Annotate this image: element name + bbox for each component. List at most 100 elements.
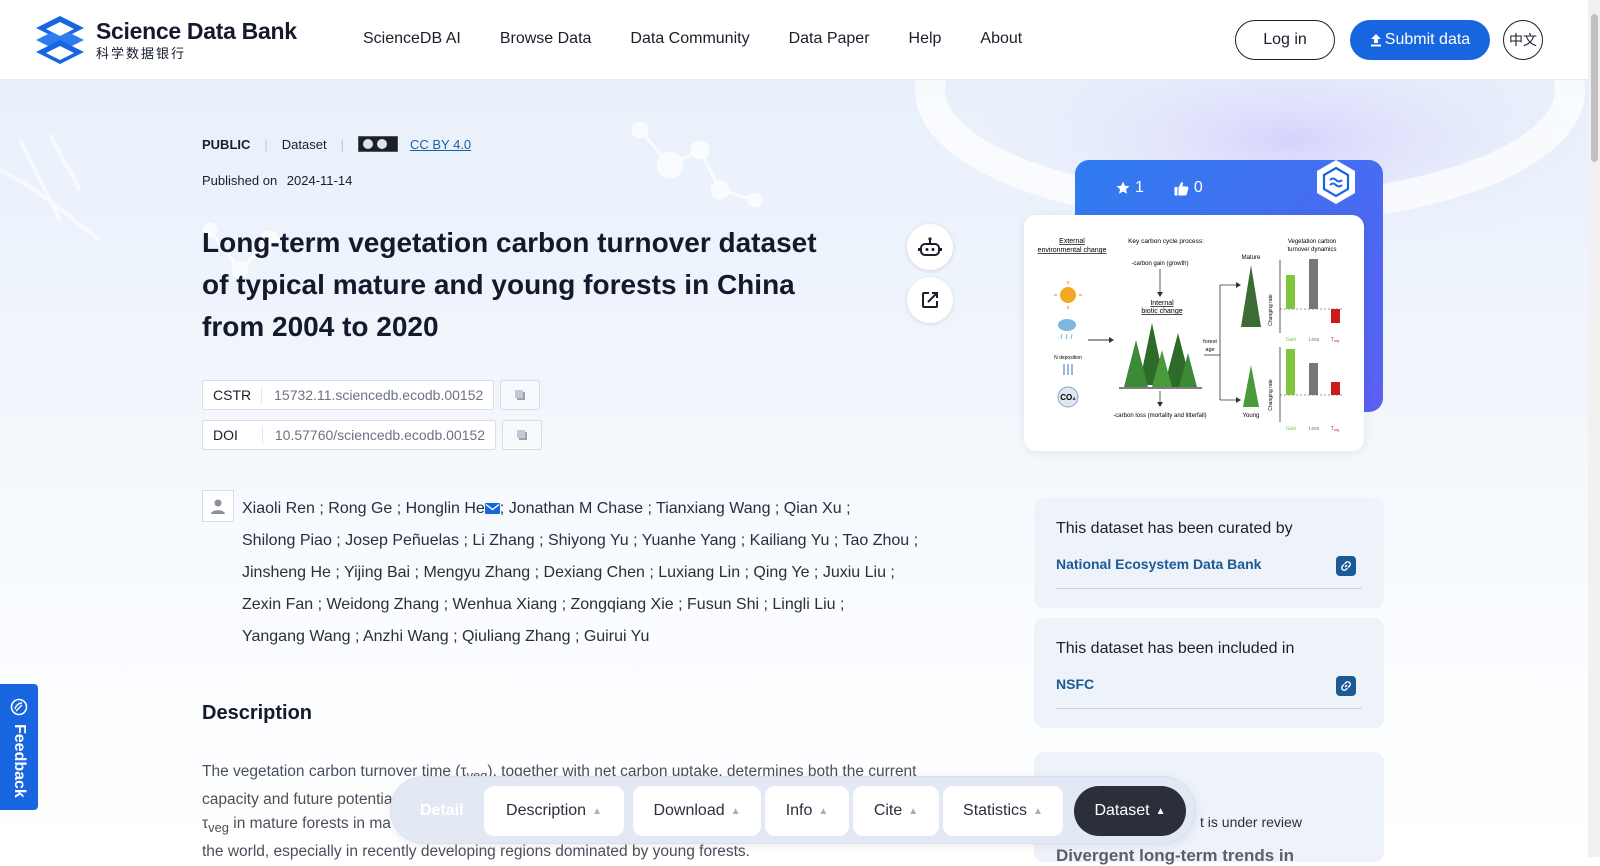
authors-text[interactable]: ; Jonathan M Chase ; Tianxiang Wang ; Qi… bbox=[500, 500, 851, 517]
related-paper-title[interactable]: Divergent long-term trends in bbox=[1056, 846, 1294, 866]
curated-link-button[interactable] bbox=[1336, 556, 1356, 576]
figure-label-external-1: External bbox=[1059, 238, 1085, 245]
doi-label: DOI bbox=[203, 426, 263, 444]
login-button[interactable]: Log in bbox=[1235, 20, 1335, 60]
figure-bar-tveg bbox=[1331, 382, 1340, 395]
dataset-figure[interactable]: External environmental change Key carbon… bbox=[1024, 215, 1364, 451]
figure-bar-gain bbox=[1286, 275, 1295, 309]
section-tab-statistics[interactable]: Statistics ▲ bbox=[943, 786, 1063, 836]
section-tab-dataset[interactable]: Dataset ▲ bbox=[1074, 786, 1186, 836]
section-tab-label: Info bbox=[785, 802, 813, 819]
meta-separator: | bbox=[264, 136, 268, 152]
section-tab-label: Cite bbox=[873, 802, 903, 819]
authors-line[interactable]: Zexin Fan ; Weidong Zhang ; Wenhua Xiang… bbox=[242, 589, 942, 621]
main-nav: ScienceDB AI Browse Data Data Community … bbox=[363, 30, 1061, 48]
section-tab-description[interactable]: Description ▲ bbox=[484, 786, 624, 836]
authors-text[interactable]: Xiaoli Ren ; Rong Ge ; Honglin He bbox=[242, 500, 485, 517]
star-icon bbox=[1116, 181, 1130, 194]
included-label: This dataset has been included in bbox=[1056, 640, 1295, 657]
nav-sciencedb-ai[interactable]: ScienceDB AI bbox=[363, 30, 461, 48]
figure-axis-label: Changing rate bbox=[1268, 294, 1274, 326]
authors-line: Xiaoli Ren ; Rong Ge ; Honglin He ; Jonat… bbox=[242, 493, 942, 525]
robot-icon bbox=[918, 237, 942, 256]
chevron-up-icon: ▲ bbox=[1155, 805, 1166, 817]
section-tab-label: Description bbox=[506, 802, 587, 819]
forest-illustration bbox=[1119, 323, 1202, 389]
share-button[interactable] bbox=[907, 277, 953, 323]
submit-data-button[interactable]: Submit data bbox=[1350, 20, 1490, 60]
figure-label-internal-2: biotic change bbox=[1141, 308, 1182, 315]
cstr-label: CSTR bbox=[203, 386, 263, 404]
doi-box: DOI 10.57760/sciencedb.ecodb.00152 bbox=[202, 420, 497, 450]
figure-label-dynamics-2: turnover dynamics bbox=[1287, 247, 1336, 253]
license-link[interactable]: CC BY 4.0 bbox=[410, 137, 471, 152]
ai-assistant-button[interactable] bbox=[907, 224, 953, 270]
dataset-type: Dataset bbox=[281, 136, 327, 152]
section-tab-label: Download bbox=[653, 802, 725, 819]
figure-label-t-bar: Tveg bbox=[1331, 337, 1340, 343]
nav-help[interactable]: Help bbox=[909, 30, 942, 48]
figure-label-mature: Mature bbox=[1242, 255, 1261, 261]
section-tab-download[interactable]: Download ▲ bbox=[633, 786, 761, 836]
cstr-row: CSTR 15732.11.sciencedb.ecodb.00152 bbox=[202, 380, 541, 410]
section-tab-label: Statistics bbox=[963, 802, 1028, 819]
curated-org-link[interactable]: National Ecosystem Data Bank bbox=[1056, 556, 1261, 572]
chevron-up-icon: ▲ bbox=[592, 805, 602, 817]
copy-cstr-button[interactable] bbox=[500, 380, 541, 410]
language-toggle[interactable]: 中文 bbox=[1503, 20, 1543, 60]
published-date: Published on 2024-11-14 bbox=[202, 173, 352, 188]
figure-label-loss-bar: Loss bbox=[1309, 426, 1320, 432]
authors-icon-box bbox=[202, 490, 234, 522]
nav-data-community[interactable]: Data Community bbox=[630, 30, 749, 48]
section-tab-cite[interactable]: Cite ▲ bbox=[853, 786, 939, 836]
nav-about[interactable]: About bbox=[980, 30, 1022, 48]
authors-line[interactable]: Shilong Piao ; Josep Peñuelas ; Li Zhang… bbox=[242, 525, 942, 557]
figure-bar-panel-young: Gain Loss Tveg Changing rate bbox=[1268, 347, 1344, 432]
figure-label-gain-bar: Gain bbox=[1286, 426, 1297, 432]
meta-separator: | bbox=[340, 136, 344, 152]
like-count[interactable]: 0 bbox=[1174, 179, 1203, 197]
card-divider bbox=[1056, 588, 1362, 589]
figure-label-loss-bar: Loss bbox=[1309, 337, 1320, 343]
section-tab-info[interactable]: Info ▲ bbox=[765, 786, 849, 836]
figure-bar-loss bbox=[1309, 363, 1318, 395]
thumbs-up-icon bbox=[1174, 181, 1189, 195]
description-heading: Description bbox=[202, 702, 313, 724]
logo-english: Science Data Bank bbox=[96, 18, 297, 44]
included-org-link[interactable]: NSFC bbox=[1056, 676, 1094, 692]
section-tab-label: Dataset bbox=[1094, 802, 1150, 819]
nav-data-paper[interactable]: Data Paper bbox=[789, 30, 870, 48]
figure-label-forest: forest bbox=[1203, 339, 1217, 345]
chevron-up-icon: ▲ bbox=[730, 805, 741, 817]
like-count-value: 0 bbox=[1193, 179, 1203, 196]
curated-label: This dataset has been curated by bbox=[1056, 520, 1293, 537]
cstr-value[interactable]: 15732.11.sciencedb.ecodb.00152 bbox=[262, 387, 493, 403]
figure-label-gain: -carbon gain (growth) bbox=[1131, 261, 1188, 267]
visibility-badge: PUBLIC bbox=[202, 136, 251, 152]
link-icon bbox=[1341, 561, 1351, 571]
feedback-label: Feedback bbox=[11, 724, 28, 798]
nav-browse-data[interactable]: Browse Data bbox=[500, 30, 592, 48]
copy-icon bbox=[517, 430, 528, 440]
figure-label-young: Young bbox=[1243, 413, 1260, 419]
figure-label-co2: CO₂ bbox=[1060, 393, 1076, 402]
authors-list: Xiaoli Ren ; Rong Ge ; Honglin He ; Jonat… bbox=[242, 493, 942, 653]
email-icon[interactable] bbox=[484, 503, 500, 514]
published-label: Published on bbox=[202, 173, 278, 188]
feedback-tab[interactable]: Feedback bbox=[0, 684, 38, 810]
chevron-up-icon: ▲ bbox=[818, 805, 829, 817]
scrollbar-thumb[interactable] bbox=[1591, 14, 1598, 162]
authors-line[interactable]: Yangang Wang ; Anzhi Wang ; Qiuliang Zha… bbox=[242, 621, 942, 653]
cstr-box: CSTR 15732.11.sciencedb.ecodb.00152 bbox=[202, 380, 495, 410]
page-scrollbar[interactable] bbox=[1588, 0, 1600, 857]
figure-label-ndep: N deposition bbox=[1054, 355, 1082, 361]
included-link-button[interactable] bbox=[1336, 676, 1356, 696]
figure-label-external-2: environmental change bbox=[1038, 247, 1107, 254]
doi-value[interactable]: 10.57760/sciencedb.ecodb.00152 bbox=[263, 427, 495, 443]
section-nav-detail-label: Detail bbox=[420, 802, 464, 819]
authors-line[interactable]: Jinsheng He ; Yijing Bai ; Mengyu Zhang … bbox=[242, 557, 942, 589]
site-logo[interactable]: Science Data Bank 科学数据银行 bbox=[32, 12, 297, 68]
favorite-count[interactable]: 1 bbox=[1116, 179, 1144, 197]
curated-by-card: This dataset has been curated by Nationa… bbox=[1034, 498, 1384, 608]
copy-doi-button[interactable] bbox=[502, 420, 543, 450]
